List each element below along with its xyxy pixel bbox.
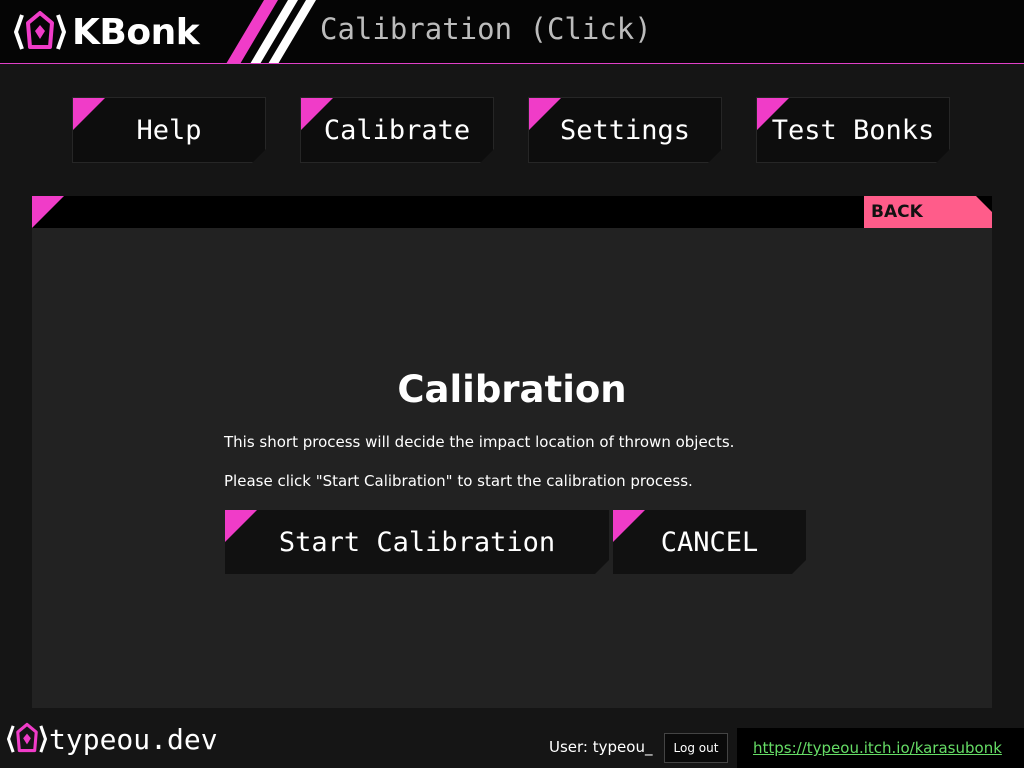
nav-test-bonks-button[interactable]: Test Bonks [756,97,950,163]
corner-accent [73,98,105,130]
corner-accent [529,98,561,130]
brand-logo: KBonk [14,9,200,55]
corner-accent [225,510,257,542]
footer-brand-name: typeou.dev [49,722,218,756]
corner-accent [613,510,645,542]
itch-link-box: https://typeou.itch.io/karasubonk [737,728,1024,768]
hex-shield-logo-icon [7,722,47,753]
page-title: Calibration (Click) [320,12,652,46]
cancel-button[interactable]: CANCEL [613,510,806,574]
nav-calibrate-button[interactable]: Calibrate [300,97,494,163]
cancel-label: CANCEL [660,526,759,558]
start-calibration-label: Start Calibration [278,526,556,558]
calibration-title: Calibration [397,368,627,411]
panel-header-bar: BACK [32,196,992,228]
user-label: User: [549,738,588,756]
calibration-panel [32,228,992,708]
user-info: User: typeou_ [549,738,652,756]
logout-button[interactable]: Log out [664,733,728,763]
nav-settings-button[interactable]: Settings [528,97,722,163]
nav-settings-label: Settings [559,114,691,146]
nav-calibrate-label: Calibrate [323,114,471,146]
itch-link[interactable]: https://typeou.itch.io/karasubonk [753,739,1002,757]
nav-test-bonks-label: Test Bonks [771,114,935,146]
hex-shield-logo-icon [14,11,66,50]
username: typeou_ [592,738,653,756]
nav-help-label: Help [136,114,202,146]
start-calibration-button[interactable]: Start Calibration [225,510,609,574]
calibration-description: This short process will decide the impac… [224,433,735,451]
calibration-instruction: Please click "Start Calibration" to star… [224,472,693,490]
footer-brand: typeou.dev [7,719,218,759]
brand-name: KBonk [72,11,200,53]
corner-accent [32,196,64,228]
nav-help-button[interactable]: Help [72,97,266,163]
back-button[interactable]: BACK [864,196,992,228]
header-stripes [226,0,316,63]
app-header: KBonk Calibration (Click) [0,0,1024,64]
